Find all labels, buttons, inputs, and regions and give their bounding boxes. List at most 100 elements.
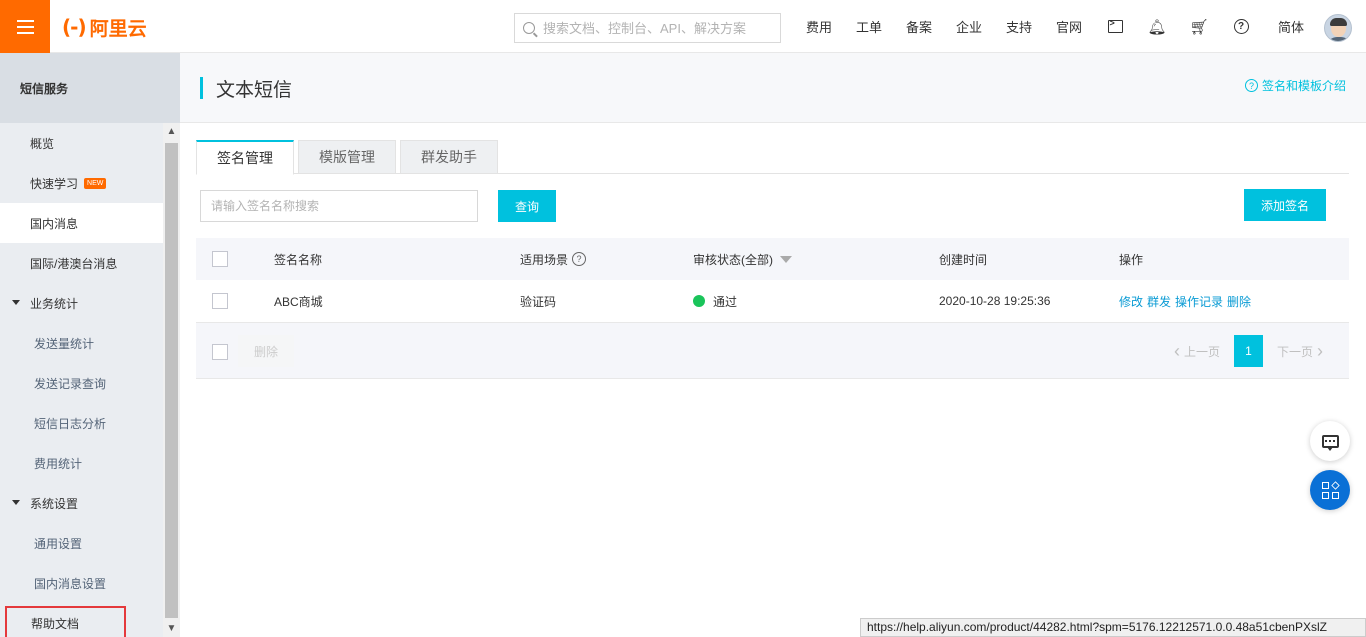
nav-support[interactable]: 支持	[994, 17, 1044, 36]
next-page-button[interactable]: 下一页 ›	[1269, 335, 1331, 367]
status-bar-url: https://help.aliyun.com/product/44282.ht…	[860, 618, 1366, 637]
row-checkbox[interactable]	[212, 293, 228, 309]
footer-select-checkbox[interactable]	[212, 344, 228, 360]
scroll-down-icon[interactable]: ▼	[163, 620, 180, 637]
next-page-label: 下一页	[1276, 344, 1313, 359]
sidebar-item-fee-stats[interactable]: 费用统计	[0, 443, 163, 483]
column-header-created: 创建时间	[939, 252, 988, 267]
sidebar-header: 短信服务	[0, 53, 180, 123]
operation-log-link[interactable]: 操作记录	[1175, 293, 1223, 310]
page-number-current[interactable]: 1	[1233, 335, 1263, 367]
caret-down-icon	[12, 300, 20, 305]
nav-icp[interactable]: 备案	[894, 17, 944, 36]
search-icon	[523, 22, 535, 34]
signature-status: 通过	[693, 293, 737, 310]
sidebar-item-log-analysis[interactable]: 短信日志分析	[0, 403, 163, 443]
question-icon[interactable]: ?	[572, 252, 587, 266]
nav-official-site[interactable]: 官网	[1044, 17, 1094, 36]
bell-icon[interactable]: 🔔︎	[1136, 0, 1178, 53]
sidebar-item-label: 国内消息设置	[34, 576, 107, 591]
row-actions: 修改 群发 操作记录 删除	[1119, 293, 1255, 310]
chevron-right-icon: ›	[1317, 341, 1323, 361]
new-badge: NEW	[84, 177, 107, 189]
scrollbar-thumb[interactable]	[165, 143, 178, 618]
signature-scene: 验证码	[520, 294, 557, 309]
sidebar-item-quick-learn[interactable]: 快速学习 NEW	[0, 163, 163, 203]
prev-page-button[interactable]: ‹ 上一页	[1166, 335, 1228, 367]
chevron-left-icon: ‹	[1173, 341, 1180, 361]
column-header-name: 签名名称	[274, 252, 323, 267]
sidebar-item-overview[interactable]: 概览	[0, 123, 163, 163]
sidebar-item-label: 国际/港澳台消息	[30, 256, 118, 271]
question-icon: ?	[1244, 79, 1258, 92]
query-button[interactable]: 查询	[498, 190, 556, 222]
nav-tickets[interactable]: 工单	[844, 17, 894, 36]
nav-fees[interactable]: 费用	[794, 17, 844, 36]
tab-bar: 签名管理 模版管理 群发助手	[196, 140, 1349, 175]
tab-template[interactable]: 模版管理	[298, 140, 396, 174]
sidebar-menu: 概览 快速学习 NEW 国内消息 国际/港澳台消息 业务统计 发送量统计 发送记录…	[0, 123, 163, 637]
apps-icon[interactable]	[1310, 470, 1350, 510]
tab-signature[interactable]: 签名管理	[196, 140, 294, 175]
language-switch[interactable]: 简体	[1266, 17, 1316, 36]
global-search-input[interactable]	[543, 20, 768, 36]
add-signature-button[interactable]: 添加签名	[1244, 189, 1326, 221]
sidebar-item-international[interactable]: 国际/港澳台消息	[0, 243, 163, 283]
column-header-scene: 适用场景 ?	[520, 251, 587, 268]
top-navbar: (-) 阿里云 费用 工单 备案 企业 支持 官网 🔔︎ 🛒︎ ? 简体	[0, 0, 1366, 53]
scroll-up-icon[interactable]: ▲	[163, 123, 180, 140]
column-header-status-label: 审核状态(全部)	[693, 252, 773, 267]
user-avatar[interactable]	[1324, 14, 1352, 42]
logo-mark: (-)	[62, 15, 87, 39]
sidebar-item-general-settings[interactable]: 通用设置	[0, 523, 163, 563]
nav-enterprise[interactable]: 企业	[944, 17, 994, 36]
sidebar-item-label: 系统设置	[30, 496, 79, 511]
sidebar-item-label: 费用统计	[34, 456, 83, 471]
bulk-send-link[interactable]: 群发	[1147, 293, 1171, 310]
column-header-actions: 操作	[1119, 252, 1144, 267]
table-row: ABC商城 验证码 通过 2020-10-28 19:25:36 修改 群发 操…	[196, 280, 1349, 323]
signature-created-time: 2020-10-28 19:25:36	[939, 294, 1051, 308]
sidebar-item-domestic[interactable]: 国内消息	[0, 203, 163, 243]
top-nav: 费用 工单 备案 企业 支持 官网 🔔︎ 🛒︎ ? 简体	[794, 0, 1316, 53]
pagination: ‹ 上一页 1 下一页 ›	[1166, 335, 1331, 367]
sidebar-item-send-stats[interactable]: 发送量统计	[0, 323, 163, 363]
sidebar-item-label: 快速学习	[30, 176, 79, 191]
hamburger-menu-icon[interactable]	[0, 0, 50, 53]
status-dot-icon	[693, 295, 705, 307]
sidebar-group-settings[interactable]: 系统设置	[0, 483, 163, 523]
cart-icon[interactable]: 🛒︎	[1178, 0, 1220, 53]
column-header-status: 审核状态(全部)	[693, 251, 792, 268]
help-icon[interactable]: ?	[1220, 0, 1262, 53]
tab-bulk-send[interactable]: 群发助手	[400, 140, 498, 174]
sidebar-group-stats[interactable]: 业务统计	[0, 283, 163, 323]
delete-link[interactable]: 删除	[1227, 293, 1251, 310]
sidebar-item-send-records[interactable]: 发送记录查询	[0, 363, 163, 403]
signature-table: 签名名称 适用场景 ? 审核状态(全部) 创建时间 操作 ABC商城 验证码 通…	[196, 238, 1349, 379]
edit-link[interactable]: 修改	[1119, 293, 1143, 310]
sidebar-item-domestic-settings[interactable]: 国内消息设置	[0, 563, 163, 603]
batch-delete-button[interactable]: 删除	[238, 335, 294, 367]
signature-search-input[interactable]	[200, 190, 478, 222]
intro-link-label: 签名和模板介绍	[1261, 79, 1346, 93]
sidebar-item-label: 概览	[30, 136, 55, 151]
sidebar-item-label: 国内消息	[30, 216, 79, 231]
sidebar-scrollbar[interactable]: ▲ ▼	[163, 123, 180, 637]
prev-page-label: 上一页	[1183, 344, 1220, 359]
sidebar: 短信服务 概览 快速学习 NEW 国内消息 国际/港澳台消息 业务统计 发送量统计…	[0, 53, 180, 637]
sidebar-item-label: 短信日志分析	[34, 416, 107, 431]
sidebar-item-label: 帮助文档	[31, 616, 80, 631]
terminal-icon[interactable]	[1094, 0, 1136, 53]
filter-icon[interactable]	[780, 255, 792, 263]
logo-text: 阿里云	[89, 18, 147, 40]
signature-template-intro-link[interactable]: ? 签名和模板介绍	[1244, 77, 1346, 94]
sidebar-item-help-docs[interactable]: 帮助文档	[5, 606, 126, 637]
chat-icon[interactable]	[1310, 421, 1350, 461]
sidebar-item-label: 发送记录查询	[34, 376, 107, 391]
global-search[interactable]	[514, 13, 781, 43]
select-all-checkbox[interactable]	[212, 251, 228, 267]
page-header: 文本短信 ? 签名和模板介绍	[180, 53, 1366, 123]
caret-down-icon	[12, 500, 20, 505]
title-accent-bar	[200, 77, 203, 99]
aliyun-logo[interactable]: (-) 阿里云	[62, 15, 147, 40]
